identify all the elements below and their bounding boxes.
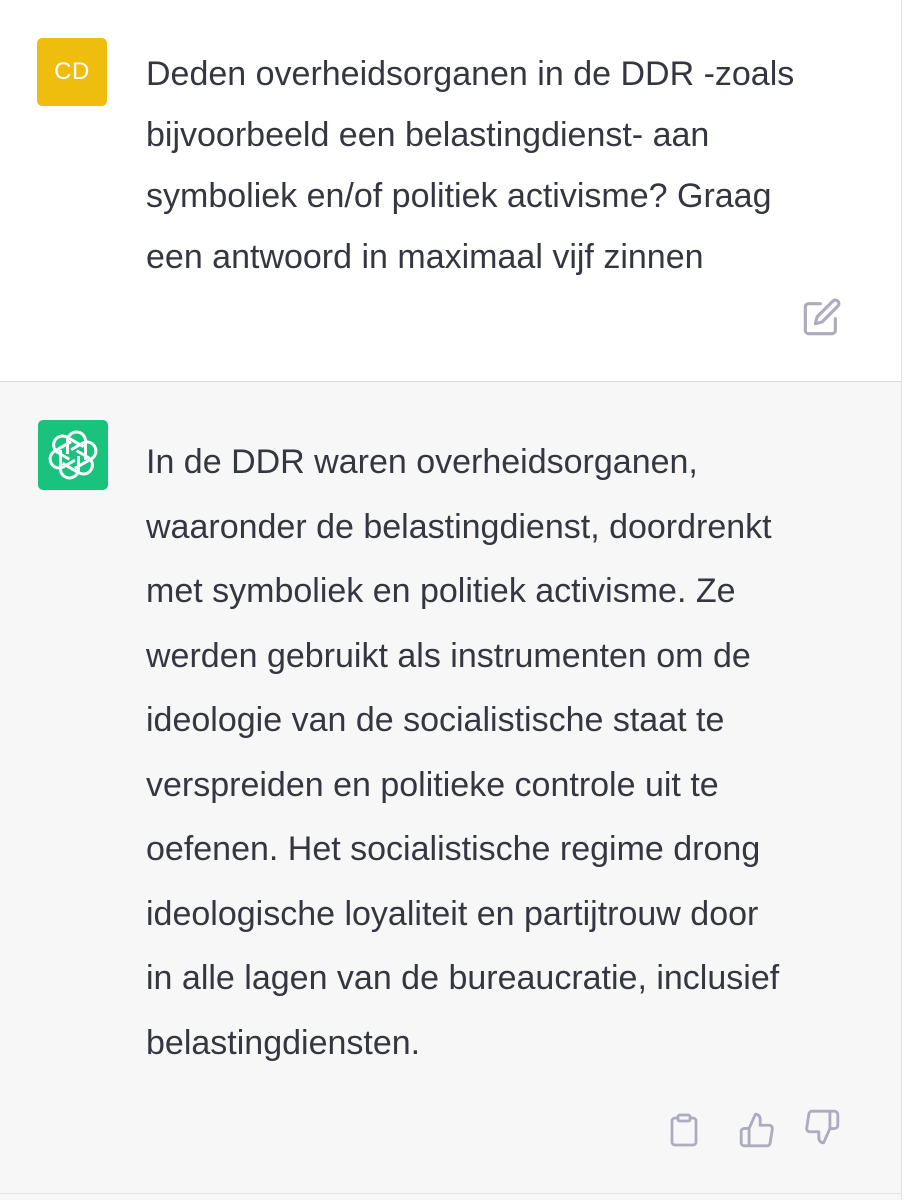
thumbs-up-button[interactable] xyxy=(736,1110,778,1150)
message-line: In de DDR waren overheidsorganen, xyxy=(146,443,698,481)
message-line: werden gebruikt als instrumenten om de xyxy=(146,636,751,675)
message-line: verspreiden en politieke controle uit te xyxy=(146,765,719,804)
message-bottom-border xyxy=(0,1193,902,1194)
message-line: waaronder de belastingdienst, doordrenkt xyxy=(146,507,772,546)
clipboard-icon xyxy=(670,1113,698,1147)
message-line: symboliek en/of politiek activisme? Graa… xyxy=(146,177,772,215)
chat-thread: CD Deden overheidsorganen in de DDR -zoa… xyxy=(0,0,916,1200)
message-line: met symboliek en politiek activisme. Ze xyxy=(146,572,736,610)
message-line: een antwoord in maximaal vijf zinnen xyxy=(146,238,704,276)
thumbs-down-icon xyxy=(805,1109,840,1145)
scroll-edge xyxy=(901,0,902,1200)
message-line: in alle lagen van de bureaucratie, inclu… xyxy=(146,959,780,997)
user-message-text: Deden overheidsorganen in de DDR -zoals … xyxy=(146,44,866,288)
message-line: ideologie van de socialistische staat te xyxy=(146,701,725,739)
message-line: oefenen. Het socialistische regime drong xyxy=(146,830,761,868)
user-message: CD Deden overheidsorganen in de DDR -zoa… xyxy=(0,0,902,382)
message-line: ideologische loyaliteit en partijtrouw d… xyxy=(146,894,759,933)
edit-icon xyxy=(803,298,841,336)
copy-button[interactable] xyxy=(664,1110,704,1150)
thumbs-up-icon xyxy=(739,1112,774,1148)
assistant-message-text: In de DDR waren overheidsorganen, waaron… xyxy=(146,430,866,1075)
thumbs-down-button[interactable] xyxy=(801,1106,843,1148)
message-line: bijvoorbeeld een belastingdienst- aan xyxy=(146,116,710,154)
user-avatar: CD xyxy=(37,38,107,106)
assistant-avatar xyxy=(38,420,108,490)
openai-logo-icon xyxy=(48,430,98,480)
assistant-message: In de DDR waren overheidsorganen, waaron… xyxy=(0,382,902,1200)
edit-message-button[interactable] xyxy=(801,296,843,338)
message-line: belastingdiensten. xyxy=(146,1023,421,1062)
message-line: Deden overheidsorganen in de DDR -zoals xyxy=(146,55,795,93)
